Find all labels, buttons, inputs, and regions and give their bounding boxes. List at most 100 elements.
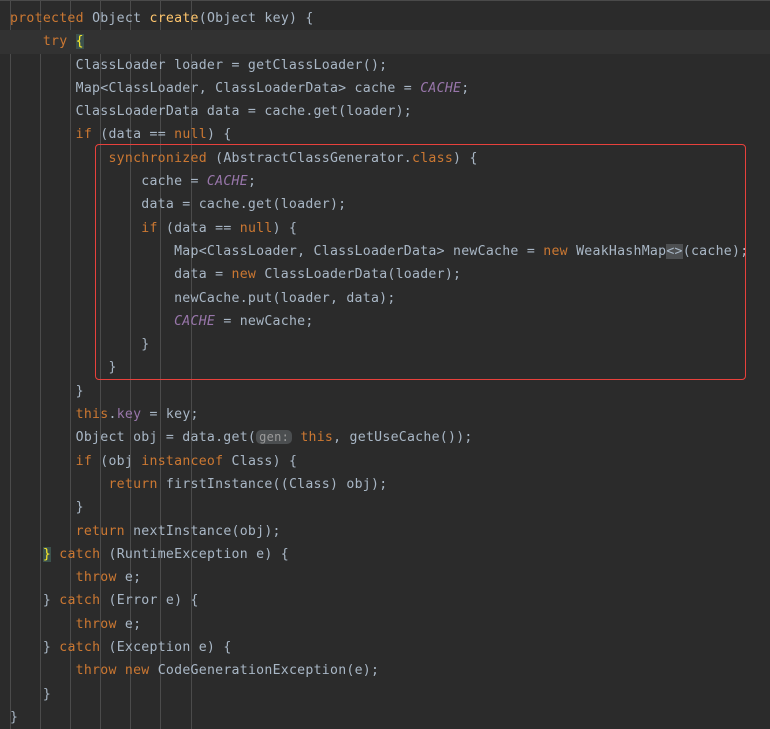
token-id: data = cache.get(loader) [141,197,339,213]
code-line[interactable]: } [0,683,770,706]
token-kw: catch [59,640,101,656]
code-line[interactable]: Map<ClassLoader, ClassLoaderData> cache … [0,77,770,100]
token-punct: ) { [453,150,478,166]
token-semi: ; [133,616,142,632]
code-line[interactable]: } [0,496,770,519]
code-line[interactable]: Map<ClassLoader, ClassLoaderData> newCac… [0,240,770,263]
token-brace-hl: { [75,34,84,50]
token-id: (Error e) { [100,593,199,609]
token-semi: ; [453,267,462,283]
code-line[interactable]: newCache.put(loader, data); [0,287,770,310]
token-punct: ) { [272,220,298,236]
code-line[interactable]: throw e; [0,613,770,636]
code-line[interactable]: if (data == null) { [0,123,770,146]
code-line[interactable]: if (obj instanceof Class) { [0,450,770,473]
token-semi: ; [379,57,388,73]
token-id: ClassLoader loader = getClassLoader() [75,57,380,73]
token-id: WeakHashMap [567,243,667,259]
code-line[interactable]: } [0,333,770,356]
code-line[interactable]: protected Object create(Object key) { [0,7,770,30]
code-line[interactable]: synchronized (AbstractClassGenerator.cla… [0,147,770,170]
code-line[interactable]: Object obj = data.get(gen: this, getUseC… [0,426,770,449]
code-line[interactable]: } [0,706,770,729]
code-line[interactable]: } [0,356,770,379]
token-semi: ; [190,407,199,423]
token-field: key [116,407,142,423]
code-line[interactable]: return firstInstance((Class) obj); [0,473,770,496]
token-kw: new [124,663,150,679]
code-line[interactable]: cache = CACHE; [0,170,770,193]
code-line[interactable]: throw new CodeGenerationException(e); [0,659,770,682]
token-kw: synchronized [108,150,207,166]
token-kw: if [75,453,93,469]
code-line[interactable]: if (data == null) { [0,217,770,240]
code-line[interactable]: } catch (Error e) { [0,589,770,612]
token-punct: } [10,709,19,725]
code-editor-pane[interactable]: protected Object create(Object key) { tr… [0,0,770,729]
token-semi: ; [387,290,396,306]
token-punct: } [108,360,117,376]
code-line[interactable]: data = new ClassLoaderData(loader); [0,263,770,286]
token-punct: ( [198,11,207,26]
token-kw: return [75,523,125,539]
code-line[interactable]: ClassLoaderData data = cache.get(loader)… [0,100,770,123]
token-punct [117,663,125,678]
token-diamond-hl: <> [666,243,683,259]
token-kw: instanceof [141,453,224,469]
code-line[interactable]: data = cache.get(loader); [0,193,770,216]
token-id: (RuntimeException e) { [100,546,289,562]
token-id: newCache.put(loader, data) [174,290,388,306]
token-kw: throw [75,616,117,632]
token-mdecl: create [149,11,199,26]
token-semi: ; [379,476,388,492]
code-line[interactable]: CACHE = newCache; [0,310,770,333]
token-semi: ; [371,663,380,679]
token-brace-hl: } [42,546,52,562]
code-line[interactable]: } [0,380,770,403]
code-line[interactable]: } catch (RuntimeException e) { [0,543,770,566]
token-id: = newCache [215,313,306,329]
token-id: = key [141,407,191,423]
token-id: data = [174,267,232,283]
token-semi: ; [403,104,413,120]
token-punct: } [42,593,60,609]
code-line[interactable]: this.key = key; [0,403,770,426]
token-id: e [116,616,134,632]
token-kw: null [174,127,207,143]
token-id: firstInstance((Class) obj) [157,476,380,492]
token-semi: ; [461,80,470,96]
code-line[interactable]: return nextInstance(obj); [0,520,770,543]
token-id: (cache) [682,243,741,259]
code-line[interactable]: ClassLoader loader = getClassLoader(); [0,54,770,77]
token-semi: ; [247,174,257,190]
code-line[interactable]: } catch (Exception e) { [0,636,770,659]
token-kw: this [75,407,109,423]
code-lines[interactable]: protected Object create(Object key) { tr… [0,7,770,729]
token-id: e [116,570,134,586]
token-kw: protected [10,11,84,26]
token-id: , getUseCache()) [333,430,465,446]
token-id: Object obj = data.get( [75,430,257,446]
code-line[interactable]: throw e; [0,566,770,589]
token-kw: throw [75,570,117,586]
code-line[interactable]: try { [0,30,770,54]
token-kw: catch [59,546,101,562]
